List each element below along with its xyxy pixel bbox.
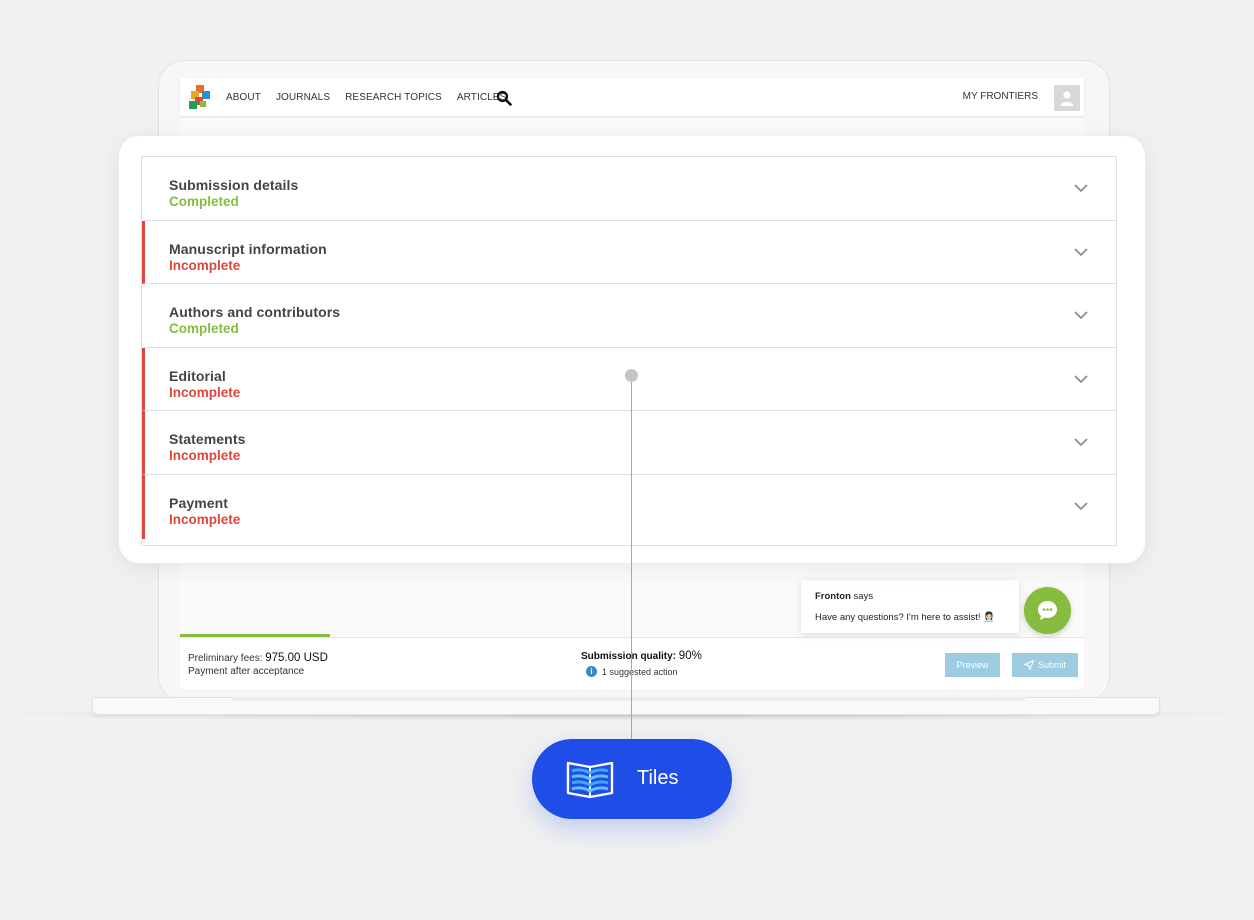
chevron-down-icon[interactable]: [1074, 374, 1088, 384]
fees-amount: 975.00 USD: [265, 652, 328, 664]
submission-footer-bar: Preliminary fees: 975.00 USD Payment aft…: [180, 637, 1084, 689]
chevron-down-icon[interactable]: [1074, 437, 1088, 447]
section-payment[interactable]: Payment Incomplete: [142, 474, 1116, 539]
info-icon: i: [586, 666, 597, 677]
nav-link-about[interactable]: ABOUT: [226, 92, 261, 103]
submission-accordion: Submission details Completed Manuscript …: [141, 156, 1117, 546]
quality-value: 90%: [678, 650, 702, 662]
section-title: Authors and contributors: [169, 304, 341, 321]
suggested-action-text: 1 suggested action: [602, 666, 678, 677]
nav-link-research-topics[interactable]: RESEARCH TOPICS: [345, 92, 442, 103]
submit-button[interactable]: Submit: [1012, 653, 1078, 677]
section-status: Incomplete: [169, 384, 241, 400]
chevron-down-icon[interactable]: [1074, 501, 1088, 511]
section-manuscript-information[interactable]: Manuscript information Incomplete: [142, 220, 1116, 285]
tiles-callout-pill: Tiles: [532, 739, 732, 819]
chat-icon: [1038, 601, 1057, 620]
open-book-icon: [566, 761, 614, 799]
fees-label: Preliminary fees:: [188, 653, 263, 664]
section-title: Submission details: [169, 177, 299, 193]
chat-open-button[interactable]: [1024, 587, 1071, 634]
laptop-notch: [232, 697, 1026, 701]
section-title: Payment: [169, 494, 229, 511]
search-icon[interactable]: [496, 90, 512, 106]
section-status: Incomplete: [169, 257, 241, 273]
chat-sender: Fronton says: [815, 591, 873, 602]
chat-message: Have any questions? I'm here to assist! …: [815, 612, 995, 623]
section-title: Statements: [169, 431, 246, 448]
user-avatar-icon[interactable]: [1054, 85, 1080, 111]
section-status: Incomplete: [169, 448, 241, 464]
my-frontiers-link[interactable]: MY FRONTIERS: [963, 78, 1038, 116]
nav-link-journals[interactable]: JOURNALS: [276, 92, 330, 103]
section-authors-and-contributors[interactable]: Authors and contributors Completed: [142, 284, 1116, 348]
chat-bubble[interactable]: Fronton says Have any questions? I'm her…: [801, 580, 1019, 633]
section-title: Editorial: [169, 367, 226, 384]
chat-sender-name: Fronton: [815, 591, 851, 602]
section-submission-details[interactable]: Submission details Completed: [142, 157, 1116, 221]
submit-label: Submit: [1037, 660, 1066, 670]
chevron-down-icon[interactable]: [1074, 183, 1088, 193]
section-status: Completed: [169, 321, 239, 337]
send-icon: [1022, 659, 1035, 671]
chevron-down-icon[interactable]: [1074, 310, 1088, 320]
preview-button[interactable]: Preview: [945, 653, 1000, 677]
callout-connector-dot: [625, 369, 638, 382]
top-navbar: ABOUT JOURNALS RESEARCH TOPICS ARTICLES …: [180, 78, 1084, 116]
frontiers-logo[interactable]: [188, 85, 210, 109]
fees-subtext: Payment after acceptance: [188, 666, 305, 677]
section-statements[interactable]: Statements Incomplete: [142, 411, 1116, 475]
preliminary-fees: Preliminary fees: 975.00 USD: [188, 652, 328, 664]
section-status: Incomplete: [169, 511, 241, 527]
chevron-down-icon[interactable]: [1074, 247, 1088, 257]
section-status: Completed: [169, 194, 239, 209]
section-title: Manuscript information: [169, 240, 327, 257]
submission-quality: Submission quality: 90%: [581, 650, 702, 662]
nav-links: ABOUT JOURNALS RESEARCH TOPICS ARTICLES: [226, 78, 521, 116]
quality-label: Submission quality:: [581, 651, 677, 662]
chat-says: says: [853, 591, 874, 602]
callout-connector-line: [631, 376, 632, 740]
tiles-label: Tiles: [637, 767, 679, 789]
